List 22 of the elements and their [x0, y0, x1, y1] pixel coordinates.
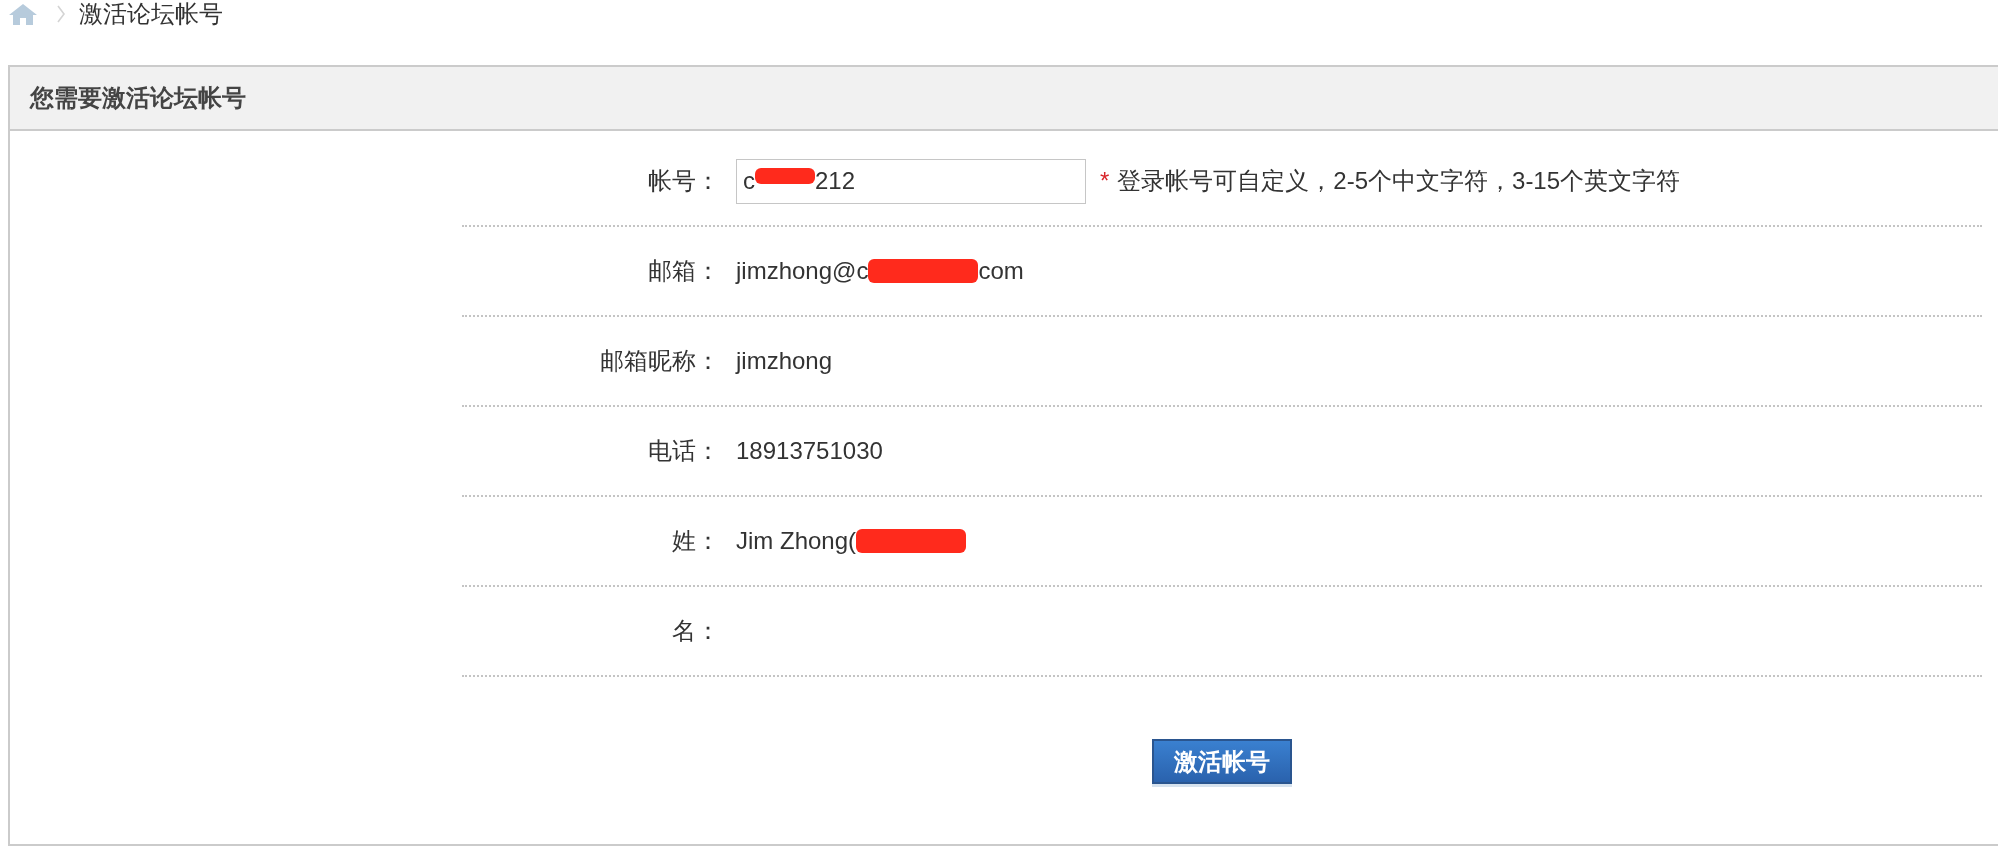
field-label: 电话：	[647, 436, 720, 466]
field-label: 邮箱：	[647, 256, 720, 286]
breadcrumb-current: 激活论坛帐号	[79, 0, 223, 28]
redaction-mark-icon	[856, 529, 967, 553]
required-mark: *	[1100, 167, 1110, 195]
field-value: Jim Zhong(	[736, 526, 857, 556]
field-value: jimzhong@c	[736, 256, 869, 286]
field-value: jimzhong	[736, 346, 833, 376]
field-hint: 登录帐号可自定义，2-5个中文字符，3-15个英文字符	[1117, 166, 1681, 196]
home-icon[interactable]	[8, 3, 38, 25]
redaction-mark-icon	[868, 259, 979, 283]
field-label: 名：	[671, 616, 720, 646]
field-value: 18913751030	[736, 436, 883, 466]
account-input[interactable]: c 212	[736, 158, 1086, 204]
activate-button[interactable]: 激活帐号	[1152, 739, 1292, 784]
field-label: 邮箱昵称：	[599, 346, 720, 376]
redaction-mark-icon	[755, 168, 815, 184]
field-value: com	[978, 256, 1024, 286]
field-label: 帐号：	[647, 166, 720, 196]
panel-title: 您需要激活论坛帐号	[30, 83, 246, 113]
chevron-icon	[57, 5, 65, 23]
field-label: 姓：	[671, 526, 720, 556]
